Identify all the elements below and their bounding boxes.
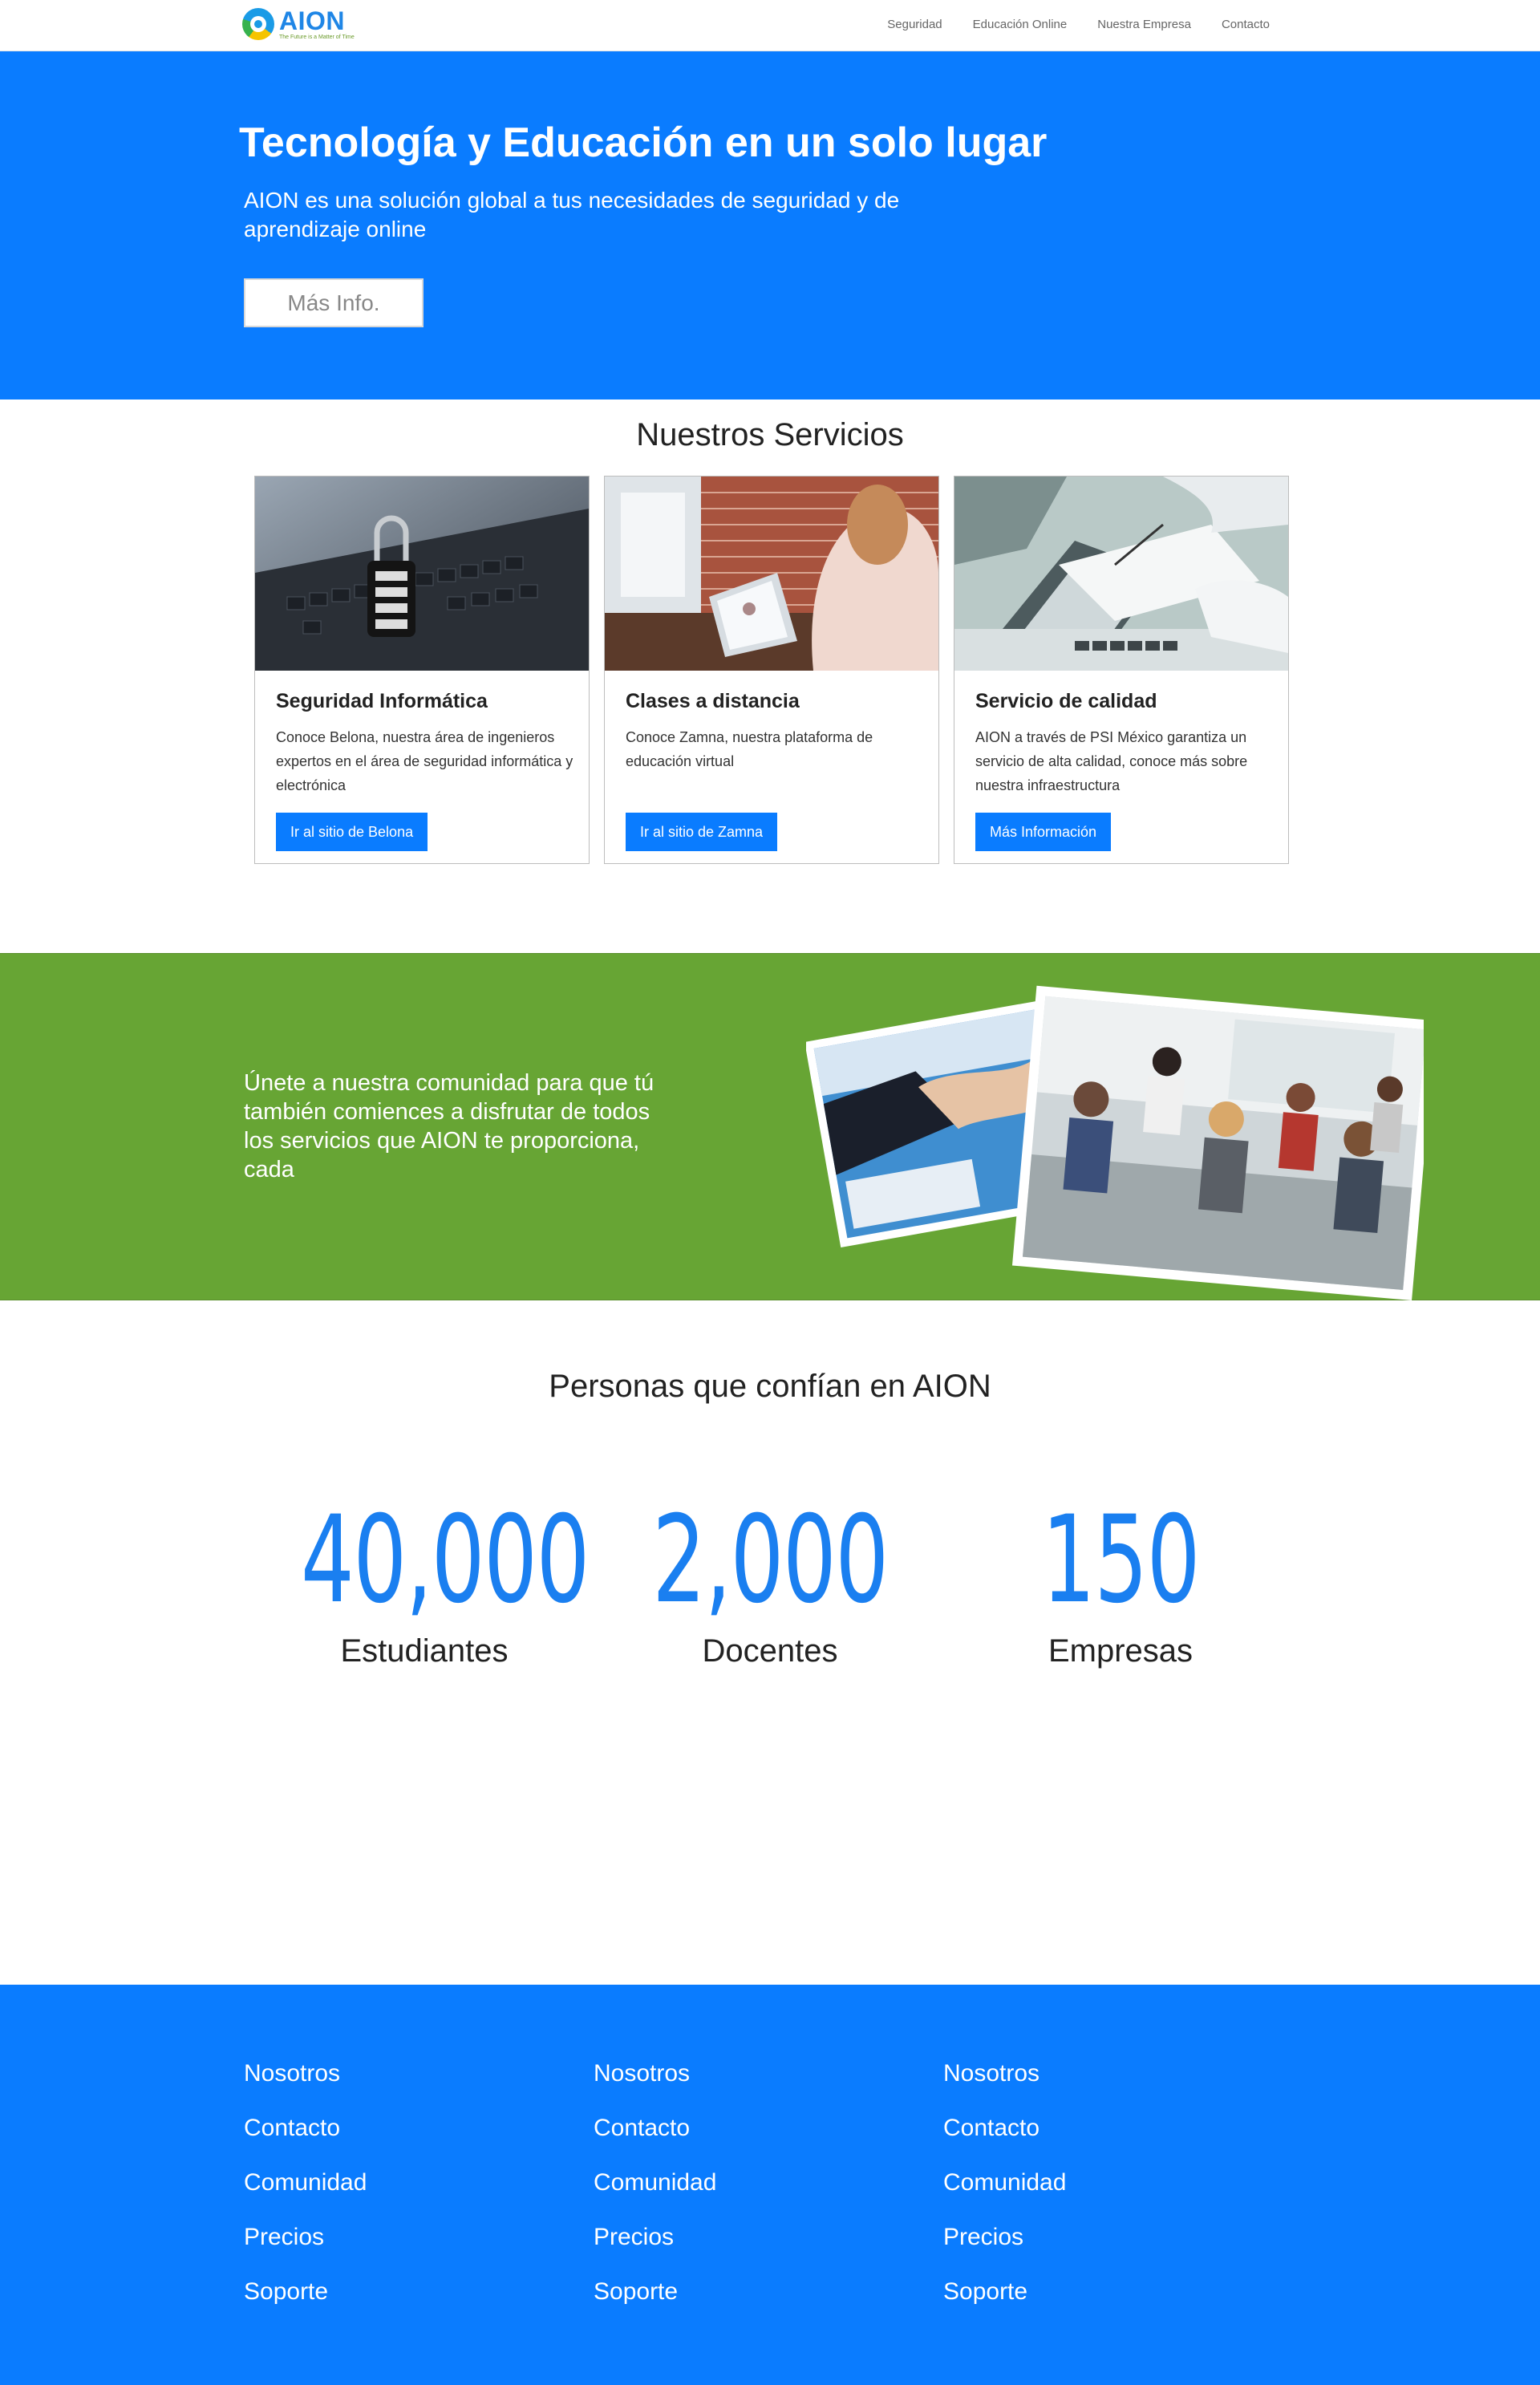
- community-section: Únete a nuestra comunidad para que tú ta…: [0, 953, 1540, 1301]
- stat-value: 150: [1041, 1491, 1201, 1630]
- card-title: Clases a distancia: [626, 690, 800, 712]
- footer-link-nosotros[interactable]: Nosotros: [244, 2060, 367, 2087]
- logo-circle-icon: [242, 8, 274, 40]
- community-collage-image: [804, 970, 1437, 1307]
- footer-link-nosotros[interactable]: Nosotros: [594, 2060, 716, 2087]
- card-text: Conoce Belona, nuestra área de ingeniero…: [276, 729, 573, 793]
- footer-link-comunidad[interactable]: Comunidad: [244, 2169, 367, 2196]
- card-title: Servicio de calidad: [975, 690, 1157, 712]
- service-card-calidad: Servicio de calidad AION a través de PSI…: [954, 476, 1289, 864]
- zamna-site-button[interactable]: Ir al sitio de Zamna: [626, 813, 778, 851]
- stat-value: 40,000: [301, 1491, 590, 1630]
- belona-site-button[interactable]: Ir al sitio de Belona: [276, 813, 428, 851]
- hero-section: Tecnología y Educación en un solo lugar …: [0, 51, 1540, 400]
- service-card-seguridad: Seguridad Informática Conoce Belona, nue…: [254, 476, 590, 864]
- footer-column: Nosotros Contacto Comunidad Precios Sopo…: [244, 2060, 367, 2306]
- footer-link-precios[interactable]: Precios: [943, 2224, 1066, 2251]
- stat-label: Estudiantes: [340, 1633, 509, 1669]
- menu-item-nuestra-empresa[interactable]: Nuestra Empresa: [1097, 18, 1191, 31]
- menu-item-seguridad[interactable]: Seguridad: [887, 18, 942, 31]
- logo-text: AION The Future is a Matter of Time: [279, 8, 355, 41]
- more-info-button[interactable]: Más Info.: [244, 278, 424, 327]
- stat-docentes: 2,000 Docentes: [594, 1492, 946, 1669]
- footer-link-contacto[interactable]: Contacto: [244, 2115, 367, 2142]
- laptop-lock-image: [255, 477, 589, 671]
- top-navbar: AION The Future is a Matter of Time Segu…: [0, 0, 1540, 51]
- footer-link-precios[interactable]: Precios: [244, 2224, 367, 2251]
- menu-item-contacto[interactable]: Contacto: [1222, 18, 1270, 31]
- hero-subtitle: AION es una solución global a tus necesi…: [244, 188, 900, 241]
- stat-empresas: 150 Empresas: [944, 1492, 1297, 1669]
- footer: Nosotros Contacto Comunidad Precios Sopo…: [0, 1985, 1540, 2385]
- card-title: Seguridad Informática: [276, 690, 488, 712]
- footer-link-nosotros[interactable]: Nosotros: [943, 2060, 1066, 2087]
- stat-label: Docentes: [702, 1633, 838, 1669]
- card-text: AION a través de PSI México garantiza un…: [975, 729, 1248, 793]
- logo-tagline: The Future is a Matter of Time: [279, 34, 355, 40]
- footer-link-comunidad[interactable]: Comunidad: [594, 2169, 716, 2196]
- online-class-image: [605, 477, 938, 671]
- footer-link-soporte[interactable]: Soporte: [594, 2278, 716, 2306]
- footer-link-soporte[interactable]: Soporte: [943, 2278, 1066, 2306]
- main-menu: Seguridad Educación Online Nuestra Empre…: [887, 18, 1270, 31]
- stat-label: Empresas: [1048, 1633, 1194, 1669]
- logo-name: AION: [279, 6, 345, 35]
- hero-title: Tecnología y Educación en un solo lugar: [239, 120, 1048, 166]
- footer-link-precios[interactable]: Precios: [594, 2224, 716, 2251]
- card-text: Conoce Zamna, nuestra plataforma de educ…: [626, 729, 873, 769]
- menu-item-educacion-online[interactable]: Educación Online: [973, 18, 1068, 31]
- footer-column: Nosotros Contacto Comunidad Precios Sopo…: [943, 2060, 1066, 2306]
- services-title: Nuestros Servicios: [636, 417, 904, 452]
- business-laptop-image: [954, 477, 1288, 671]
- stat-value: 2,000: [652, 1491, 889, 1630]
- footer-link-contacto[interactable]: Contacto: [594, 2115, 716, 2142]
- more-information-button[interactable]: Más Información: [975, 813, 1112, 851]
- stats-title: Personas que confían en AION: [549, 1369, 991, 1404]
- stat-estudiantes: 40,000 Estudiantes: [248, 1492, 601, 1669]
- aion-logo[interactable]: AION The Future is a Matter of Time: [242, 8, 355, 43]
- footer-link-comunidad[interactable]: Comunidad: [943, 2169, 1066, 2196]
- community-text: Únete a nuestra comunidad para que tú ta…: [244, 1070, 654, 1182]
- footer-link-contacto[interactable]: Contacto: [943, 2115, 1066, 2142]
- service-card-clases: Clases a distancia Conoce Zamna, nuestra…: [604, 476, 939, 864]
- footer-column: Nosotros Contacto Comunidad Precios Sopo…: [594, 2060, 716, 2306]
- footer-link-soporte[interactable]: Soporte: [244, 2278, 367, 2306]
